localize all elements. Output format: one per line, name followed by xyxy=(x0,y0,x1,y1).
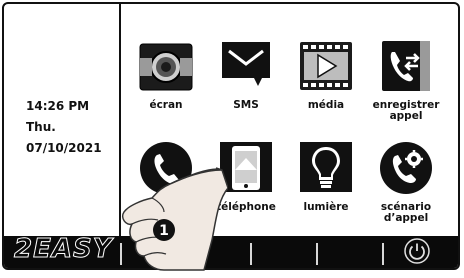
day-label: Thu. xyxy=(26,120,56,134)
step-number: 1 xyxy=(159,223,169,239)
tile-label: écran xyxy=(149,99,183,111)
tile-label: enregistrer appel xyxy=(372,99,440,122)
camera-lens-icon xyxy=(138,38,194,94)
tile-label: scénario d’appel xyxy=(380,201,432,224)
light-bulb-icon xyxy=(298,140,354,196)
tile-lumiere[interactable]: lumière xyxy=(281,140,371,213)
message-envelope-icon xyxy=(218,38,274,94)
power-button[interactable] xyxy=(402,236,432,266)
time-label: 14:26 PM xyxy=(26,99,90,113)
tile-scenario-appel[interactable]: scénario d’appel xyxy=(361,140,451,224)
phone-record-icon xyxy=(378,38,434,94)
tile-media[interactable]: média xyxy=(281,38,371,111)
bar-divider xyxy=(250,243,252,265)
bar-divider xyxy=(382,243,384,265)
power-icon xyxy=(404,238,430,264)
phone-settings-icon xyxy=(378,140,434,196)
play-film-icon xyxy=(298,38,354,94)
pointing-hand-illustration: 1 xyxy=(108,160,229,274)
tile-label: SMS xyxy=(233,99,259,111)
tile-label: média xyxy=(307,99,345,111)
tile-sms[interactable]: SMS xyxy=(201,38,291,111)
date-time-panel: 14:26 PM Thu. 07/10/2021 xyxy=(26,96,118,159)
tile-label: lumière xyxy=(303,201,349,213)
screen-frame: 14:26 PM Thu. 07/10/2021 écran SMS média… xyxy=(2,2,460,270)
tile-ecran[interactable]: écran xyxy=(121,38,211,111)
tile-enregistrer-appel[interactable]: enregistrer appel xyxy=(361,38,451,122)
intercom-screen: 14:26 PM Thu. 07/10/2021 écran SMS média… xyxy=(0,0,464,274)
date-label: 07/10/2021 xyxy=(26,141,102,155)
brand-logo: 2EASY xyxy=(14,234,113,265)
bar-divider xyxy=(316,243,318,265)
